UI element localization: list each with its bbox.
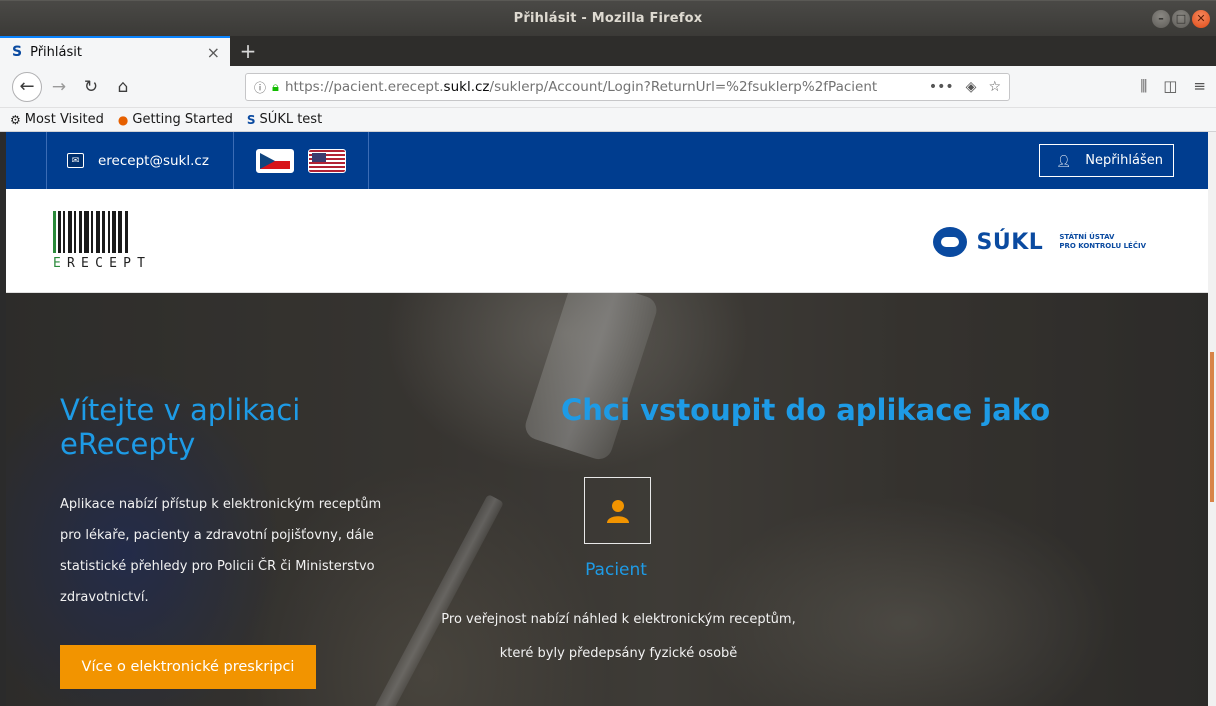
bookmark-label: Most Visited: [24, 112, 104, 127]
more-info-button[interactable]: Více o elektronické preskripci: [60, 645, 316, 689]
language-switcher: [234, 132, 368, 189]
email-text: erecept@sukl.cz: [98, 152, 209, 169]
maximize-button[interactable]: □: [1172, 10, 1190, 28]
us-flag-icon[interactable]: [307, 148, 346, 173]
czech-flag-icon[interactable]: [255, 148, 294, 173]
info-icon[interactable]: ⓘ: [254, 79, 266, 96]
url-prefix: https://pacient.erecept.: [284, 79, 444, 95]
mail-icon: ✉: [67, 153, 84, 168]
forward-arrow-icon: →: [51, 76, 67, 97]
back-arrow-icon: ←: [19, 76, 35, 97]
lock-icon[interactable]: 🔒︎: [272, 80, 279, 95]
right-toolbar: ⫼ ◫ ≡: [1140, 77, 1206, 95]
sukl-mark-icon: [932, 227, 967, 257]
welcome-text: Aplikace nabízí přístup k elektronickým …: [60, 497, 382, 605]
welcome-title: Vítejte v aplikaci eRecepty: [60, 393, 301, 461]
login-status-text: Nepřihlášen: [1085, 153, 1163, 168]
sukl-sub-line2: PRO KONTROLU LÉČIV: [1059, 242, 1146, 250]
bookmarks-toolbar: ⚙ Most Visited ● Getting Started S SÚKL …: [0, 108, 1216, 132]
sukl-sub-line1: STÁTNÍ ÚSTAV: [1059, 233, 1115, 241]
firefox-icon: ●: [117, 112, 129, 127]
library-icon[interactable]: ⫼: [1140, 77, 1147, 95]
bookmark-getting-started[interactable]: ● Getting Started: [118, 112, 233, 127]
patient-login-button[interactable]: [584, 477, 651, 544]
page-scrollbar[interactable]: [1208, 132, 1216, 706]
url-bar[interactable]: ⓘ 🔒︎ https://pacient.erecept.sukl.cz/suk…: [245, 73, 1010, 101]
hero-section: Vítejte v aplikaci eRecepty Aplikace nab…: [6, 293, 1208, 706]
page-actions-icon[interactable]: •••: [929, 79, 954, 95]
patient-label[interactable]: Pacient: [566, 560, 666, 580]
url-path: /suklerp/Account/Login?ReturnUrl=%2fsukl…: [489, 79, 878, 95]
barcode-logo-icon: [53, 211, 151, 253]
minimize-button[interactable]: –: [1152, 10, 1170, 28]
sukl-logo[interactable]: SÚKL STÁTNÍ ÚSTAV PRO KONTROLU LÉČIV: [932, 227, 1146, 257]
erecept-logo-text: ERECEPT: [53, 256, 152, 271]
bookmark-label: Getting Started: [132, 112, 233, 127]
window-controls: – □ ✕: [1152, 10, 1210, 28]
page-content: ✉ erecept@sukl.cz 👤︎ Nepřihlášen ERECEPT…: [6, 132, 1208, 706]
reload-button[interactable]: ↻: [76, 72, 106, 102]
url-actions: ••• ◈ ☆: [929, 79, 1001, 95]
email-link[interactable]: ✉ erecept@sukl.cz: [47, 132, 223, 189]
forward-button[interactable]: →: [44, 72, 74, 102]
scrollbar-thumb[interactable]: [1210, 352, 1214, 502]
url-domain: sukl.cz: [443, 79, 490, 95]
enter-title: Chci vstoupit do aplikace jako: [561, 393, 1051, 427]
site-topbar: ✉ erecept@sukl.cz 👤︎ Nepřihlášen: [6, 132, 1208, 189]
menu-icon[interactable]: ≡: [1193, 77, 1206, 95]
person-icon: [606, 499, 629, 523]
tab-close-icon[interactable]: ×: [207, 43, 220, 62]
nav-toolbar: ← → ↻ ⌂ ⓘ 🔒︎ https://pacient.erecept.suk…: [0, 66, 1216, 108]
sukl-name: SÚKL: [976, 229, 1044, 255]
home-icon: ⌂: [117, 76, 129, 97]
reload-icon: ↻: [83, 76, 99, 97]
tab-label: Přihlásit: [30, 44, 82, 60]
erecept-logo[interactable]: ERECEPT: [53, 211, 151, 271]
gear-icon: ⚙: [10, 112, 21, 127]
login-status-button[interactable]: 👤︎ Nepřihlášen: [1039, 144, 1174, 177]
window-titlebar: Přihlásit - Mozilla Firefox – □ ✕: [0, 0, 1216, 36]
site-header: ERECEPT SÚKL STÁTNÍ ÚSTAV PRO KONTROLU L…: [6, 189, 1208, 293]
bookmark-label: SÚKL test: [259, 112, 323, 127]
home-button[interactable]: ⌂: [108, 72, 138, 102]
sidebar-icon[interactable]: ◫: [1163, 77, 1177, 95]
patient-description: Pro veřejnost nabízí náhled k elektronic…: [441, 612, 796, 661]
back-button[interactable]: ←: [12, 71, 42, 102]
pocket-icon[interactable]: ◈: [966, 79, 977, 95]
bookmark-most-visited[interactable]: ⚙ Most Visited: [10, 112, 104, 127]
tab-prihlasit[interactable]: S Přihlásit ×: [0, 36, 230, 66]
tab-strip: S Přihlásit × +: [0, 36, 1216, 66]
window-title: Přihlásit - Mozilla Firefox: [513, 11, 703, 26]
user-icon: 👤︎: [1056, 153, 1072, 168]
new-tab-button[interactable]: +: [230, 36, 266, 66]
url-text[interactable]: https://pacient.erecept.sukl.cz/suklerp/…: [285, 79, 929, 95]
sukl-subtitle: STÁTNÍ ÚSTAV PRO KONTROLU LÉČIV: [1059, 233, 1146, 251]
bookmark-sukl-test[interactable]: S SÚKL test: [247, 112, 322, 127]
close-window-button[interactable]: ✕: [1192, 10, 1210, 28]
sukl-favicon-icon: S: [12, 44, 23, 60]
sukl-icon: S: [246, 112, 256, 127]
bookmark-star-icon[interactable]: ☆: [988, 79, 1001, 95]
